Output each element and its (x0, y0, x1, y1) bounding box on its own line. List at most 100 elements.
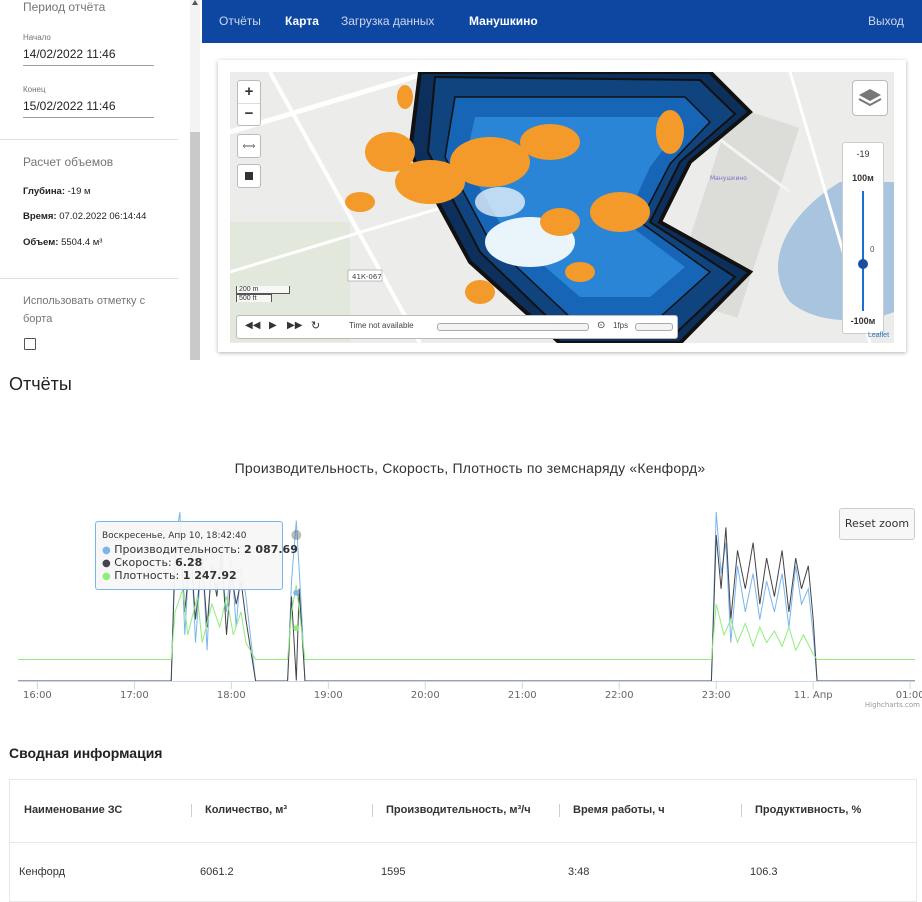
hover-marker (291, 530, 302, 541)
start-date-underline (23, 65, 154, 66)
reset-zoom-button[interactable]: Reset zoom (839, 508, 915, 540)
period-title: Период отчёта (23, 0, 106, 14)
column-separator (559, 804, 560, 817)
play-button[interactable]: ▶ (269, 320, 277, 331)
time-value: 07.02.2022 06:14:44 (59, 211, 147, 222)
time-status: Time not available (349, 321, 414, 330)
play-icon: ▶ (269, 320, 277, 331)
top-navbar: Отчёты Карта Загрузка данных Манушкино В… (202, 0, 922, 43)
table-header-cell[interactable]: Время работы, ч (573, 804, 665, 816)
x-tick-label: 01:00 (896, 690, 922, 701)
end-date-input[interactable]: 15/02/2022 11:46 (23, 99, 116, 113)
summary-heading: Сводная информация (9, 745, 163, 761)
chart-title: Производительность, Скорость, Плотность … (234, 460, 706, 476)
x-axis: 16:00 17:00 18:00 19:00 20:00 21:00 22:00 23:00… (18, 681, 922, 701)
depth-slider-track[interactable] (862, 191, 864, 311)
summary-table: Наименование ЗС Количество, м³ Производи… (9, 779, 917, 902)
divider (0, 139, 178, 140)
logout-link[interactable]: Выход (868, 14, 904, 28)
table-cell: 106.3 (750, 866, 778, 878)
depth-zero-label: 0 (870, 245, 875, 254)
fps-label: 1fps (613, 321, 629, 330)
depth-top-value: -19 (856, 149, 870, 159)
column-separator (372, 804, 373, 817)
table-header-cell[interactable]: Наименование ЗС (24, 804, 122, 816)
square-icon (245, 172, 253, 180)
zoom-in-button[interactable]: + (238, 81, 260, 104)
nav-data-upload[interactable]: Загрузка данных (341, 14, 434, 28)
step-forward-button[interactable]: ▶▶ (287, 320, 302, 331)
x-tick-label: 16:00 (23, 690, 52, 701)
tooltip-series-name: Скорость (114, 556, 168, 569)
table-cell: 3:48 (568, 866, 590, 878)
map-canvas[interactable]: 41К-067 Манушкино (230, 72, 894, 343)
playback-control: ◀◀ ▶ ▶▶ ↻ Time not available ⊙ 1fps (236, 315, 678, 339)
scrollbar-thumb[interactable] (190, 132, 200, 360)
table-header-cell[interactable]: Производительность, м³/ч (386, 804, 531, 816)
zoom-out-button[interactable]: − (238, 103, 260, 125)
step-back-button[interactable]: ◀◀ (245, 320, 260, 331)
poi-label: Манушкино (710, 175, 747, 182)
x-tick-label: 17:00 (120, 690, 149, 701)
fps-slider[interactable] (635, 323, 673, 331)
legend-dot: ● (102, 571, 111, 582)
table-header-cell[interactable]: Продуктивность, % (755, 804, 861, 816)
hover-marker (293, 589, 300, 596)
nav-map[interactable]: Карта (285, 14, 319, 28)
scale-bar: 200 m 500 ft (236, 286, 290, 302)
tooltip-line-productivity: ● Производительность: 2 087.69 (102, 543, 298, 556)
depth-slider-panel: -19 100м 0 -100м (842, 142, 884, 334)
layers-button[interactable] (852, 80, 888, 116)
column-separator (191, 804, 192, 817)
scale-imperial: 500 ft (236, 294, 272, 302)
nav-reports[interactable]: Отчёты (219, 14, 261, 28)
tooltip-series-value: 1 247.92 (182, 569, 237, 582)
series-line-2[interactable] (18, 585, 915, 660)
volume-row: Объем: 5504.4 м³ (23, 237, 102, 248)
loop-button[interactable]: ↻ (311, 319, 320, 332)
volume-value: 5504.4 м³ (61, 237, 103, 248)
use-mark-checkbox[interactable] (24, 338, 36, 350)
table-cell: Кенфорд (19, 866, 66, 878)
table-header-cell[interactable]: Количество, м³ (205, 804, 287, 816)
use-mark-label: Использовать отметку с борта (23, 295, 146, 325)
end-label: Конец (23, 85, 46, 94)
legend-dot: ● (102, 545, 111, 556)
measure-button[interactable]: ⟺ (237, 134, 261, 158)
volume-label: Объем: (23, 237, 59, 248)
table-cell: 1595 (381, 866, 406, 878)
leaflet-attribution[interactable]: Leaflet (868, 332, 889, 339)
time-label: Время: (23, 211, 57, 222)
row-divider (10, 842, 916, 843)
tooltip-series-name: Производительность (114, 543, 237, 556)
depth-label: Глубина: (23, 186, 65, 197)
column-separator (741, 804, 742, 817)
x-tick-label: 22:00 (605, 690, 634, 701)
divider (0, 278, 178, 279)
x-tick-label: 19:00 (314, 690, 343, 701)
road-label: 41К-067 (352, 273, 382, 281)
draw-button[interactable] (237, 164, 261, 188)
scroll-up-arrow-icon[interactable] (192, 0, 198, 5)
time-row: Время: 07.02.2022 06:14:44 (23, 211, 146, 222)
depth-row: Глубина: -19 м (23, 186, 91, 197)
nav-user[interactable]: Манушкино (469, 14, 538, 28)
loop-icon: ↻ (311, 320, 321, 332)
layers-icon (858, 89, 882, 107)
depth-slider-handle[interactable] (858, 259, 868, 269)
depth-max-label: 100м (852, 173, 874, 183)
sidebar: Период отчёта Начало 14/02/2022 11:46 Ко… (0, 0, 200, 360)
x-tick-label: 21:00 (508, 690, 537, 701)
time-slider[interactable] (437, 323, 589, 331)
tooltip-series-value: 6.28 (175, 556, 203, 569)
speed-icon: ⊙ (597, 320, 606, 331)
chart-tooltip: Воскресенье, Апр 10, 18:42:40 ● Производ… (95, 521, 298, 590)
map-card: 41К-067 Манушкино + − ⟺ -19 100м 0 -100м (218, 60, 906, 352)
depth-min-label: -100м (850, 316, 876, 326)
x-tick-label: 23:00 (702, 690, 731, 701)
start-date-input[interactable]: 14/02/2022 11:46 (23, 47, 116, 61)
chart-credits[interactable]: Highcharts.com (865, 701, 920, 709)
map-view[interactable]: 41К-067 Манушкино + − ⟺ -19 100м 0 -100м (230, 72, 894, 343)
forward-icon: ▶▶ (287, 320, 303, 331)
tooltip-line-density: ● Плотность: 1 247.92 (102, 569, 237, 582)
